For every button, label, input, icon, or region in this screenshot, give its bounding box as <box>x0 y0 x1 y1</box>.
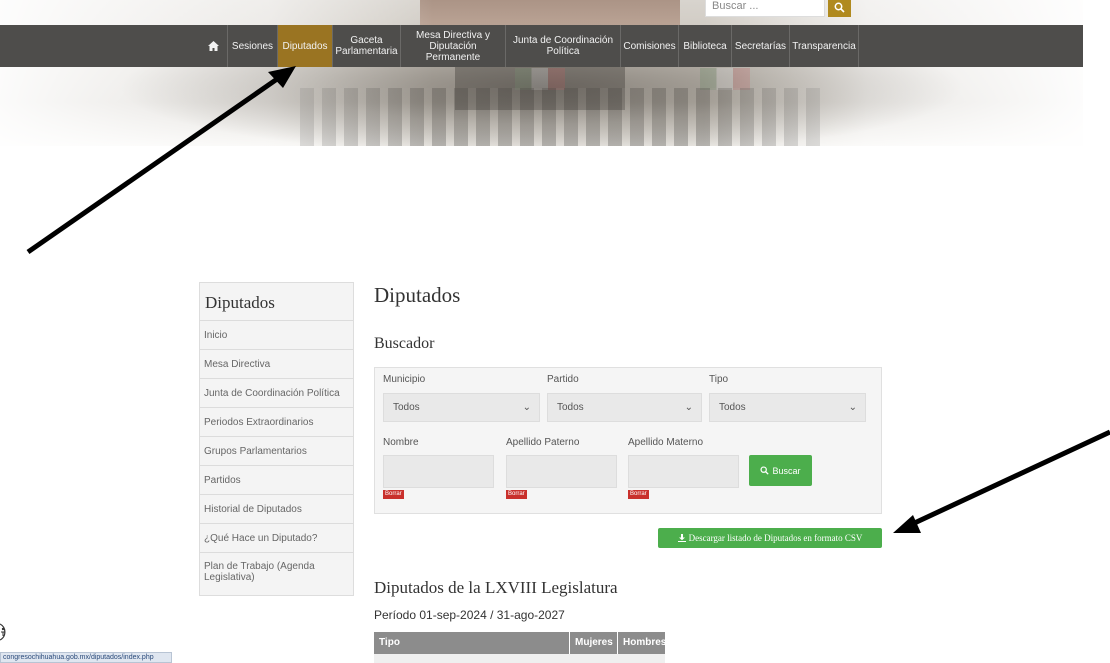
clear-materno-button[interactable]: Borrar <box>628 490 649 499</box>
download-csv-label: Descargar listado de Diputados en format… <box>688 533 863 543</box>
sidebar-item-junta[interactable]: Junta de Coordinación Política <box>200 378 353 407</box>
accessibility-icon-svg <box>0 623 6 641</box>
sidebar: Diputados Inicio Mesa Directiva Junta de… <box>199 282 354 596</box>
accessibility-icon[interactable] <box>0 622 14 642</box>
search-button[interactable] <box>828 0 851 17</box>
nav-sesiones[interactable]: Sesiones <box>227 25 277 67</box>
partido-value: Todos <box>557 402 584 413</box>
sidebar-item-periodos[interactable]: Periodos Extraordinarios <box>200 407 353 436</box>
nombre-label: Nombre <box>383 437 419 448</box>
nav-transparencia[interactable]: Transparencia <box>789 25 859 67</box>
download-csv-button[interactable]: Descargar listado de Diputados en format… <box>658 528 882 548</box>
tipo-select[interactable]: Todos ⌄ <box>709 393 866 422</box>
table-header-tipo: Tipo <box>379 637 400 648</box>
search-section-title: Buscador <box>374 335 435 352</box>
buscar-button[interactable]: Buscar <box>749 455 812 486</box>
main-navbar: Sesiones Diputados Gaceta Parlamentaria … <box>0 25 1083 67</box>
nav-junta[interactable]: Junta de Coordinación Política <box>505 25 620 67</box>
sidebar-item-que-hace[interactable]: ¿Qué Hace un Diputado? <box>200 523 353 552</box>
table-row <box>374 654 665 663</box>
summary-table-header: Tipo Mujeres Hombres <box>374 632 666 654</box>
chevron-down-icon: ⌄ <box>848 402 857 413</box>
search-icon <box>834 2 845 13</box>
nav-secretarias[interactable]: Secretarías <box>731 25 789 67</box>
partido-select[interactable]: Todos ⌄ <box>547 393 702 422</box>
apellido-materno-label: Apellido Materno <box>628 437 704 448</box>
nav-comisiones[interactable]: Comisiones <box>620 25 678 67</box>
download-icon <box>677 534 686 542</box>
status-bar-url: congresochihuahua.gob.mx/diputados/index… <box>0 652 172 663</box>
sidebar-item-inicio[interactable]: Inicio <box>200 320 353 349</box>
apellido-materno-input[interactable] <box>628 455 739 488</box>
apellido-paterno-input[interactable] <box>506 455 617 488</box>
nav-diputados[interactable]: Diputados <box>277 25 332 67</box>
search-input[interactable]: Buscar ... <box>705 0 825 17</box>
tipo-label: Tipo <box>709 374 729 385</box>
clear-paterno-button[interactable]: Borrar <box>506 490 527 499</box>
sidebar-item-partidos[interactable]: Partidos <box>200 465 353 494</box>
nav-gaceta[interactable]: Gaceta Parlamentaria <box>332 25 400 67</box>
municipio-label: Municipio <box>383 374 426 385</box>
arrow-to-csv-head <box>893 515 921 533</box>
buscar-button-label: Buscar <box>772 465 801 476</box>
clear-nombre-button[interactable]: Borrar <box>383 490 404 499</box>
tipo-value: Todos <box>719 402 746 413</box>
home-icon <box>208 41 219 51</box>
sidebar-item-plan-trabajo[interactable]: Plan de Trabajo (Agenda Legislativa) <box>200 552 353 594</box>
nav-mesa-directiva[interactable]: Mesa Directiva y Diputación Permanente <box>400 25 505 67</box>
chevron-down-icon: ⌄ <box>522 402 531 413</box>
chevron-down-icon: ⌄ <box>684 402 693 413</box>
page-title: Diputados <box>374 283 461 307</box>
sidebar-item-mesa-directiva[interactable]: Mesa Directiva <box>200 349 353 378</box>
table-header-hombres: Hombres <box>617 632 666 654</box>
nombre-input[interactable] <box>383 455 494 488</box>
sidebar-item-historial[interactable]: Historial de Diputados <box>200 494 353 523</box>
municipio-select[interactable]: Todos ⌄ <box>383 393 540 422</box>
arrow-to-csv-line <box>906 429 1110 529</box>
sidebar-item-grupos[interactable]: Grupos Parlamentarios <box>200 436 353 465</box>
sidebar-title: Diputados <box>205 293 275 312</box>
periodo-text: Período 01-sep-2024 / 31-ago-2027 <box>374 608 565 622</box>
hero-banner <box>0 0 1083 146</box>
partido-label: Partido <box>547 374 579 385</box>
table-header-mujeres: Mujeres <box>569 632 617 654</box>
apellido-paterno-label: Apellido Paterno <box>506 437 580 448</box>
municipio-value: Todos <box>393 402 420 413</box>
hero-fade <box>0 0 1083 146</box>
nav-biblioteca[interactable]: Biblioteca <box>678 25 731 67</box>
nav-home[interactable] <box>200 25 227 67</box>
legislature-title: Diputados de la LXVIII Legislatura <box>374 578 618 597</box>
search-icon <box>760 466 770 475</box>
